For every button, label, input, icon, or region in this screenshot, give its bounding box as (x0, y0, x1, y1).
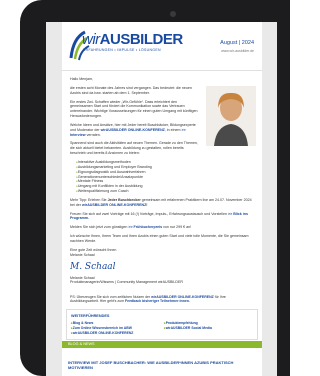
postscript: PS: Überzeugen Sie sich vom zeitlichen N… (70, 295, 226, 304)
signature-block: Melanie Schaal Produktmanagerin/Wissens |… (70, 275, 183, 285)
paragraph-9: Eine gute Zeit wünscht Ihnen Melanie Scha… (70, 247, 117, 257)
author-photo (206, 86, 256, 146)
early-bird-link[interactable]: >> Frühbucherpreis (128, 225, 162, 229)
paragraph-3: Welche Ideen und Ansätze, hier mit Jeder… (70, 122, 196, 137)
issue-date: August | 2024 (220, 40, 254, 46)
further-links-box: WEITERFÜHRENDES Blog & News Produktempfe… (66, 309, 258, 341)
website-link[interactable]: www.wir-ausbilder.de (221, 49, 254, 53)
link-online-conference[interactable]: wirAUSBILDER ONLINE-KONFERENZ (71, 331, 160, 335)
newsletter-email: wirAUSBILDER ERFAHRUNGEN • IMPULSE • LÖS… (62, 22, 262, 376)
brand-tagline: ERFAHRUNGEN • IMPULSE • LÖSUNGEN (83, 48, 161, 52)
link-product-recommendation[interactable]: Produktempfehlung (164, 321, 253, 325)
topic-list: Interaktive Ausbildungsmethoden Ausbildu… (70, 160, 254, 194)
conference-link-2[interactable]: wirAUSBILDER ONLINE-KONFERENZ! (82, 203, 148, 207)
further-links-title: WEITERFÜHRENDES (71, 314, 110, 319)
paragraph-4: Spannend sind auch die Aktivitäten auf n… (70, 141, 198, 156)
paragraph-6: Freuen Sie sich auf zwei Vorträge mit 16… (70, 211, 248, 221)
greeting: Hallo Menjam, (70, 77, 93, 81)
list-item: Weiterqualifizierung zum Coach (76, 189, 254, 194)
newsletter-header: wirAUSBILDER ERFAHRUNGEN • IMPULSE • LÖS… (62, 22, 262, 71)
camera-dot (170, 11, 176, 17)
blog-news-bar: BLOG & NEWS (62, 341, 262, 348)
paragraph-intro: die ersten acht Monate des Jahres sind v… (70, 85, 192, 95)
link-social-media[interactable]: wirAUSBILDER Social Media (164, 326, 253, 330)
paragraph-8: Ich wünsche Ihnen, Ihrem Team und Ihren … (70, 234, 249, 243)
feedback-link[interactable]: Feedback bisheriger Teilnehmer:innen. (125, 299, 190, 303)
tablet-screen: wirAUSBILDER ERFAHRUNGEN • IMPULSE • LÖS… (46, 22, 277, 376)
interview-teaser-headline[interactable]: INTERVIEW MIT JOSEF BUSCHBACHER: WIE AUS… (68, 360, 258, 370)
paragraph-5: Mehr Tipp: Erleben Sie Jeder Buschbecker… (70, 197, 252, 207)
paragraph-7: Melden Sie sich jetzt zum günstigen >> F… (70, 225, 192, 230)
paragraph-2: Ein erstes Zwi- Schaffen wieder „Wir-Gef… (70, 99, 198, 119)
signature: M. Schaal (70, 262, 116, 273)
link-blog-news[interactable]: Blog & News (71, 321, 160, 325)
link-online-knowledge[interactable]: Zum Online Wissensbereich im ABW (71, 326, 160, 330)
brand-logo-text: wirAUSBILDER (82, 31, 183, 48)
conference-link[interactable]: wirAUSBILDER ONLINE-KONFERENZ (101, 128, 165, 132)
